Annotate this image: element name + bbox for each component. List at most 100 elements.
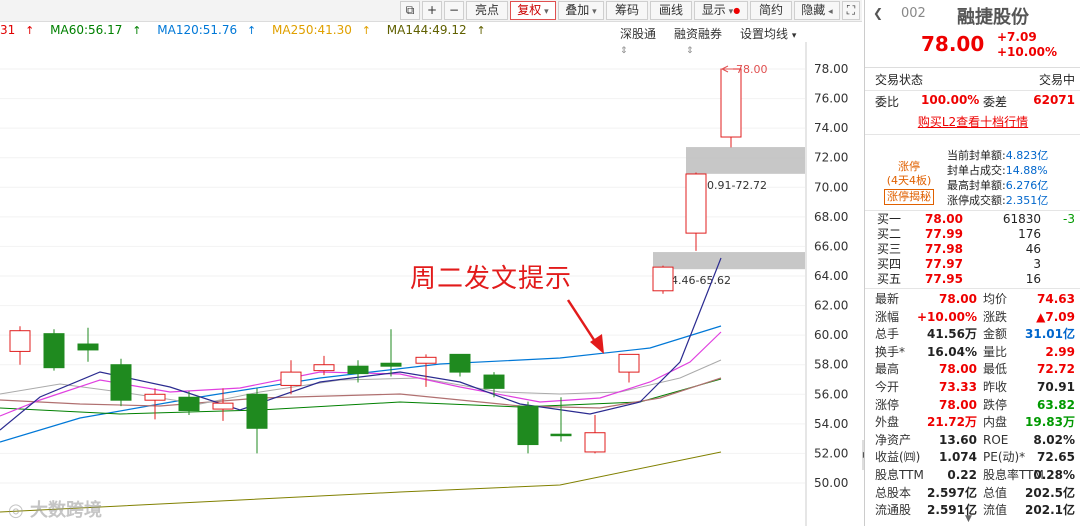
limit-up-box: 涨停 (4天4板) 涨停揭秘 当前封单额:4.823亿 封单占成交:14.88%… [865,140,1080,210]
candle-body [77,343,99,351]
y-tick-label: 58.00 [814,358,848,372]
overlay-button[interactable]: 叠加 ▾ [558,1,604,20]
candle-body [144,393,166,401]
stats-row: 涨幅 +10.00% 涨跌 ▲7.09 [865,308,1080,326]
stats-row: 收益(㈣) 1.074 PE(动)* 72.65 [865,448,1080,466]
stats-cell: 73.33 [939,380,977,394]
fullscreen-icon-button[interactable]: ⛶ [842,1,860,20]
margin-trading-link[interactable]: 融资融券 [674,25,722,42]
stats-row: 流通股 2.591亿 流值 202.1亿 [865,501,1080,519]
stats-cell: 2.99 [1045,344,1075,359]
lock-icon-button[interactable]: ⧉ [400,1,420,20]
stats-cell: 78.00 [939,292,977,306]
gap-label: 64.46-65.62 [664,274,731,287]
stats-row: 最新 78.00 均价 74.63 [865,290,1080,308]
stats-cell: 总值 [983,485,1008,500]
candle-body [483,374,505,389]
stats-cell: 74.63 [1037,292,1075,306]
price-change: +7.09 +10.00% [997,30,1058,59]
order-book-row[interactable]: 买五 77.95 16 [865,272,1080,287]
ma-legend-item[interactable]: MA120:51.76 ↑ [157,23,262,37]
stats-cell: 202.1亿 [1025,503,1075,518]
candle-body [313,364,335,372]
ma-legend-item[interactable]: MA250:41.30 ↑ [272,23,377,37]
stock-code: 002 [901,6,926,21]
ma-settings-link[interactable]: 设置均线 ▾ [740,25,796,42]
stats-cell: 净资产 [875,432,912,447]
stats-row: 总股本 2.597亿 总值 202.5亿 [865,484,1080,502]
stats-cell: 78.00 [939,397,977,412]
stats-cell: 涨停 [875,397,900,412]
ma-line [0,325,722,443]
stats-cell: 最新 [875,292,900,306]
stats-cell: 72.65 [1037,450,1075,465]
last-price: 78.00 [921,32,985,56]
stats-cell: 78.00 [939,362,977,377]
stats-cell: 63.82 [1037,397,1075,412]
prev-stock-icon[interactable]: ❮ [873,6,883,20]
limit-up-reveal-button[interactable]: 涨停揭秘 [884,189,934,205]
chart-toolbar: ⧉ + − 亮点 复权 ▾ 叠加 ▾ 筹码 画线 显示 ▾● 简约 隐藏 ◂ ⛶ [0,0,862,22]
link-marker: ⇕ [620,46,628,56]
candle-body [584,432,606,453]
zoom-out-button[interactable]: − [444,1,464,20]
order-book-row[interactable]: 买一 78.00 61830 -3 [865,212,1080,227]
candle-body [618,353,640,373]
candle-body [415,356,437,364]
stats-cell: 总手 [875,327,900,342]
y-tick-label: 74.00 [814,121,848,135]
stats-row: 股息TTM 0.22 股息率TTM 0.28% [865,466,1080,484]
candle-body [43,333,65,369]
candle-body [380,362,402,367]
stats-cell: 昨收 [983,380,1008,394]
limit-up-badge: 涨停 (4天4板) 涨停揭秘 [881,160,937,205]
y-tick-label: 66.00 [814,239,848,253]
stats-cell: ROE [983,432,1009,447]
chips-button[interactable]: 筹码 [606,1,648,20]
ma-line [0,451,722,513]
y-tick-label: 60.00 [814,328,848,342]
order-book-row[interactable]: 买四 77.97 3 [865,257,1080,272]
stats-cell: 涨跌 [983,309,1008,324]
ma-legend-item[interactable]: MA144:49.12 ↑ [387,23,492,37]
quote-header: ❮ 002 融捷股份 78.00 +7.09 +10.00% [865,0,1080,68]
draw-line-button[interactable]: 画线 [650,1,692,20]
y-tick-label: 56.00 [814,387,848,401]
watermark: ◎ 大数跨境 [8,500,102,521]
candle-body [280,371,302,386]
y-tick-label: 76.00 [814,92,848,106]
adjust-button[interactable]: 复权 ▾ [510,1,556,20]
stats-cell: 202.5亿 [1025,485,1075,500]
stats-cell: 流值 [983,503,1008,518]
stats-cell: 今开 [875,380,900,394]
hide-button[interactable]: 隐藏 ◂ [794,1,840,20]
stats-cell: 跌停 [983,397,1008,412]
candle-body [685,173,707,234]
y-tick-label: 72.00 [814,151,848,165]
stats-cell: +10.00% [917,309,978,324]
highlight-button[interactable]: 亮点 [466,1,508,20]
display-button[interactable]: 显示 ▾● [694,1,748,20]
order-book-row[interactable]: 买三 77.98 46 [865,242,1080,257]
buy-l2-link[interactable]: 购买L2查看十档行情 [865,113,1080,130]
stats-row: 今开 73.33 昨收 70.91 [865,378,1080,396]
limit-up-details: 当前封单额:4.823亿 封单占成交:14.88% 最高封单额:6.276亿 涨… [947,148,1048,208]
high-marker-label: 78.00 [736,63,768,76]
ma-legend-item[interactable]: 31 ↑ [0,23,40,37]
stock-name: 融捷股份 [957,7,1029,28]
simple-button[interactable]: 简约 [750,1,792,20]
stats-cell: 1.074 [939,450,977,465]
zoom-in-button[interactable]: + [422,1,442,20]
stats-row: 净资产 13.60 ROE 8.02% [865,431,1080,449]
gap-zone [686,147,805,174]
order-book-row[interactable]: 买二 77.99 176 [865,227,1080,242]
scroll-down-icon[interactable]: ▼ [965,514,972,524]
shenzhen-connect-link[interactable]: 深股通 [620,25,656,42]
y-tick-label: 64.00 [814,269,848,283]
y-tick-label: 78.00 [814,62,848,76]
stats-cell: 0.28% [1033,468,1075,482]
candle-body [110,364,132,401]
stats-cell: 金额 [983,327,1008,342]
stats-row: 外盘 21.72万 内盘 19.83万 [865,413,1080,431]
ma-legend-item[interactable]: MA60:56.17 ↑ [50,23,147,37]
